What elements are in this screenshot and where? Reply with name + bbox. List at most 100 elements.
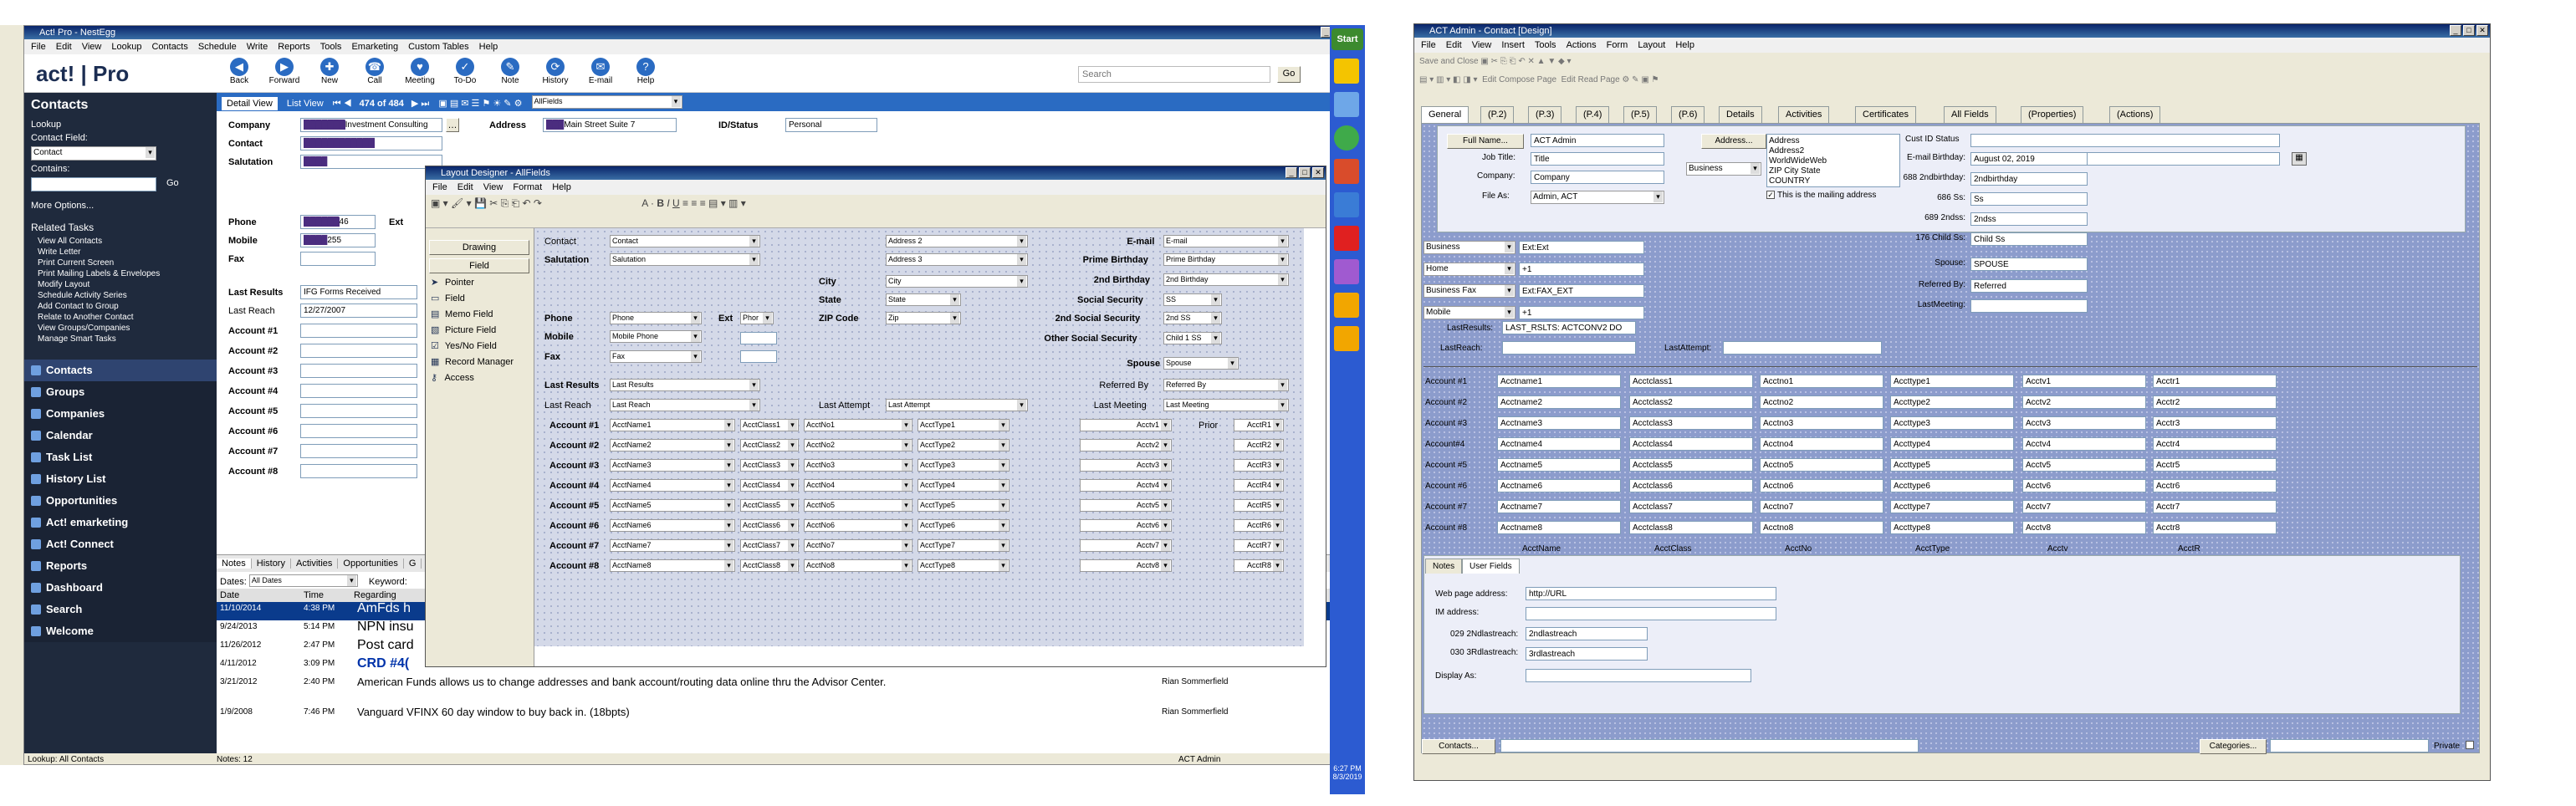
dates-select[interactable]: All Dates bbox=[248, 574, 358, 587]
aa-field-blank[interactable] bbox=[1502, 341, 1636, 355]
ld-field-prime-birthday[interactable]: Prime Birthday bbox=[1163, 253, 1289, 266]
note-button[interactable]: ✎ Note bbox=[488, 58, 533, 85]
aa-tab-certificates[interactable]: Certificates bbox=[1855, 106, 1917, 123]
aa-field-acctname4[interactable]: Acctname4 bbox=[1497, 437, 1621, 451]
task-print-current-screen[interactable]: Print Current Screen bbox=[24, 258, 217, 268]
aa-field-acctname6[interactable]: Acctname6 bbox=[1497, 479, 1621, 492]
aa-menu-layout[interactable]: Layout bbox=[1638, 40, 1665, 50]
nav-history-list[interactable]: History List bbox=[24, 468, 217, 490]
aa-field-acctno3[interactable]: Acctno3 bbox=[1760, 416, 1883, 430]
taskbar-app-icon[interactable] bbox=[1334, 192, 1359, 217]
contacts-button[interactable]: Contacts... bbox=[1422, 739, 1495, 754]
aa-field-1[interactable]: +1 bbox=[1519, 263, 1644, 276]
aa-field-spouse[interactable]: SPOUSE bbox=[1970, 258, 2088, 271]
aa-field-acctr4[interactable]: Acctr4 bbox=[2153, 437, 2277, 451]
ld-close-button[interactable]: ✕ bbox=[1312, 167, 1324, 178]
aa-field-acctclass4[interactable]: Acctclass4 bbox=[1629, 437, 1753, 451]
aa-field-blank[interactable] bbox=[1526, 607, 1776, 620]
aa-tab-all-fields[interactable]: All Fields bbox=[1944, 106, 1996, 123]
ld-menu-help[interactable]: Help bbox=[552, 182, 571, 192]
record-tools-icon[interactable]: ▣ ▤ ✉ ☰ ⚑ ☀ ✎ ⚙ bbox=[432, 99, 529, 109]
aa-field-2ndbirthday[interactable]: 2ndbirthday bbox=[1970, 172, 2088, 186]
aa-field-accttype5[interactable]: Accttype5 bbox=[1890, 458, 2014, 472]
nav-search[interactable]: Search bbox=[24, 599, 217, 620]
call-button[interactable]: ☎ Call bbox=[352, 58, 397, 85]
ld-field-state[interactable]: State bbox=[886, 293, 961, 306]
ld-account-field[interactable]: AcctName1 bbox=[610, 419, 735, 431]
task-add-contact-to-group[interactable]: Add Contact to Group bbox=[24, 301, 217, 312]
aa-menu-file[interactable]: File bbox=[1421, 40, 1436, 50]
menu-custom-tables[interactable]: Custom Tables bbox=[408, 42, 469, 52]
mobile-field[interactable]: ████255 bbox=[300, 233, 376, 247]
aa-field-acctv1[interactable]: Acctv1 bbox=[2022, 375, 2146, 388]
aa-field-acctv5[interactable]: Acctv5 bbox=[2022, 458, 2146, 472]
aa-tab-activities[interactable]: Activities bbox=[1778, 106, 1830, 123]
nav-welcome[interactable]: Welcome bbox=[24, 620, 217, 642]
ld-account-field[interactable]: AcctR1 bbox=[1234, 419, 1284, 431]
aa-field-blank[interactable] bbox=[1500, 739, 1919, 752]
company-lookup-button[interactable]: … bbox=[446, 118, 459, 132]
ld-account-field[interactable]: AcctType4 bbox=[917, 479, 1009, 492]
aa-field-acctname1[interactable]: Acctname1 bbox=[1497, 375, 1621, 388]
history-button[interactable]: ⟳ History bbox=[533, 58, 578, 85]
aa-field-acctclass8[interactable]: Acctclass8 bbox=[1629, 521, 1753, 534]
aa-field-accttype6[interactable]: Accttype6 bbox=[1890, 479, 2014, 492]
aa-field-child-ss[interactable]: Child Ss bbox=[1970, 232, 2088, 246]
ld-account-field[interactable]: AcctNo7 bbox=[804, 539, 912, 552]
aa-field-ext-fax-ext[interactable]: Ext:FAX_EXT bbox=[1519, 284, 1644, 298]
ld-account-field[interactable]: AcctNo4 bbox=[804, 479, 912, 492]
taskbar-app-icon[interactable] bbox=[1334, 92, 1359, 117]
categories-button[interactable]: Categories... bbox=[2200, 739, 2267, 754]
ld-account-field[interactable]: AcctClass4 bbox=[740, 479, 799, 492]
aa-tab-p-4[interactable]: (P.4) bbox=[1576, 106, 1610, 123]
aa-menu-actions[interactable]: Actions bbox=[1567, 40, 1597, 50]
menu-contacts[interactable]: Contacts bbox=[151, 42, 187, 52]
ld-field-fax[interactable]: Fax bbox=[610, 350, 702, 363]
ld-account-field[interactable]: AcctType7 bbox=[917, 539, 1009, 552]
menu-view[interactable]: View bbox=[82, 42, 102, 52]
ld-account-field[interactable]: AcctClass7 bbox=[740, 539, 799, 552]
fax-field[interactable] bbox=[300, 252, 376, 266]
aa-field-3rdlastreach[interactable]: 3rdlastreach bbox=[1526, 647, 1648, 661]
aa-field-admin-act[interactable]: Admin, ACT bbox=[1531, 191, 1664, 204]
contact-field-select[interactable]: Contact bbox=[31, 146, 156, 161]
menu-emarketing[interactable]: Emarketing bbox=[351, 42, 398, 52]
tab-g[interactable]: G bbox=[403, 559, 422, 569]
aa-field-act-admin[interactable]: ACT Admin bbox=[1531, 134, 1664, 147]
taskbar-app-icon[interactable] bbox=[1334, 159, 1359, 184]
edit-compose-button[interactable]: Edit Compose Page bbox=[1482, 75, 1556, 84]
menu-write[interactable]: Write bbox=[247, 42, 268, 52]
tool-field[interactable]: ▭ Field bbox=[431, 293, 465, 304]
ld-field-last-reach[interactable]: Last Reach bbox=[610, 399, 760, 411]
ld-field-2nd-birthday[interactable]: 2nd Birthday bbox=[1163, 273, 1289, 286]
ld-account-field[interactable]: AcctR2 bbox=[1234, 439, 1284, 451]
tool-memo-field[interactable]: ▤ Memo Field bbox=[431, 309, 493, 319]
ld-account-field[interactable]: AcctClass6 bbox=[740, 519, 799, 532]
ld-field-2nd-ss[interactable]: 2nd SS bbox=[1163, 312, 1222, 324]
ld-field-ss[interactable]: SS bbox=[1163, 293, 1222, 306]
taskbar-app-icon[interactable] bbox=[1334, 293, 1359, 318]
column-time[interactable]: Time bbox=[300, 589, 350, 602]
nav-groups[interactable]: Groups bbox=[24, 381, 217, 403]
menu-edit[interactable]: Edit bbox=[56, 42, 72, 52]
contains-input[interactable] bbox=[31, 177, 156, 191]
aa-tab-p-2[interactable]: (P.2) bbox=[1480, 106, 1515, 123]
task-view-groups-companies[interactable]: View Groups/Companies bbox=[24, 323, 217, 334]
private-checkbox[interactable] bbox=[2466, 741, 2474, 749]
ld-account-field[interactable]: AcctClass3 bbox=[740, 459, 799, 472]
aa-field-acctclass7[interactable]: Acctclass7 bbox=[1629, 500, 1753, 513]
aa-field-acctv2[interactable]: Acctv2 bbox=[2022, 395, 2146, 409]
aa-field-acctr7[interactable]: Acctr7 bbox=[2153, 500, 2277, 513]
aa-field-acctclass2[interactable]: Acctclass2 bbox=[1629, 395, 1753, 409]
nav-dashboard[interactable]: Dashboard bbox=[24, 577, 217, 599]
aa-tab-p-5[interactable]: (P.5) bbox=[1623, 106, 1658, 123]
ld-menu-edit[interactable]: Edit bbox=[457, 182, 473, 192]
column-date[interactable]: Date bbox=[217, 589, 300, 602]
aa-field-accttype8[interactable]: Accttype8 bbox=[1890, 521, 2014, 534]
taskbar-app-icon[interactable] bbox=[1334, 326, 1359, 351]
ld-field-contact[interactable]: Contact bbox=[610, 235, 760, 247]
ld-account-field[interactable]: AcctClass1 bbox=[740, 419, 799, 431]
ld-blank-field[interactable] bbox=[740, 332, 777, 344]
nav-companies[interactable]: Companies bbox=[24, 403, 217, 425]
ld-menu-format[interactable]: Format bbox=[513, 182, 542, 192]
